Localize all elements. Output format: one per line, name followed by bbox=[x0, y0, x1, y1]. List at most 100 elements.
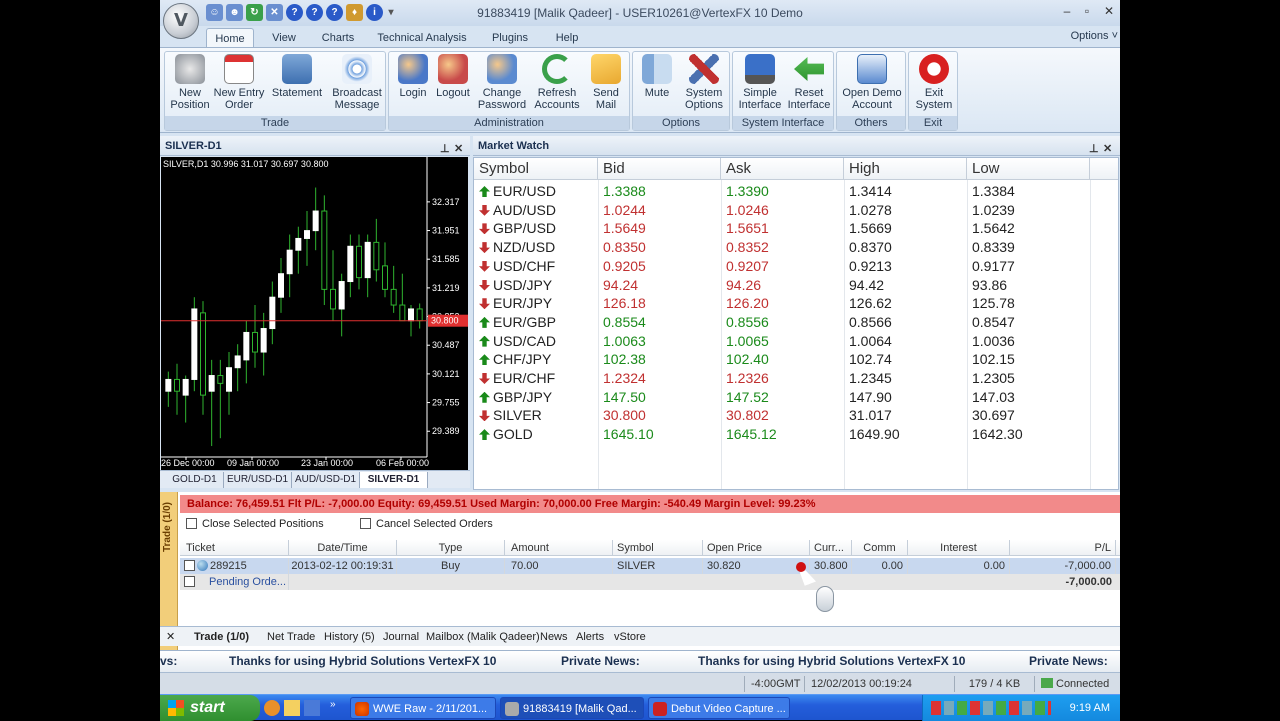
tab-home[interactable]: Home bbox=[206, 28, 254, 48]
col-bid[interactable]: Bid bbox=[598, 158, 721, 180]
system-tray: 9:19 AM bbox=[922, 695, 1120, 721]
tab-help[interactable]: Help bbox=[550, 28, 584, 48]
col-comm[interactable]: Comm bbox=[852, 540, 908, 556]
low-cell: 0.8547 bbox=[972, 313, 1015, 330]
new-entry-order-button[interactable]: New Entry Order bbox=[213, 54, 265, 116]
exit-system-button[interactable]: Exit System bbox=[911, 54, 957, 116]
new-position-button[interactable]: New Position bbox=[167, 54, 213, 116]
market-watch-row[interactable]: GBP/JPY 147.50 147.52 147.90 147.03 bbox=[474, 388, 1118, 407]
candle-body bbox=[278, 273, 284, 298]
chart-tab-gold[interactable]: GOLD-D1 bbox=[166, 472, 224, 488]
tab-mailbox[interactable]: Mailbox (Malik Qadeer) bbox=[426, 629, 540, 645]
checkbox-icon[interactable] bbox=[186, 518, 197, 529]
statement-button[interactable]: Statement bbox=[269, 54, 325, 116]
quicklaunch-icon[interactable] bbox=[304, 700, 320, 716]
close-selected-positions[interactable]: Close Selected Positions bbox=[186, 518, 324, 530]
symbol-cell: USD/CHF bbox=[474, 257, 598, 276]
col-type[interactable]: Type bbox=[397, 540, 505, 556]
col-high[interactable]: High bbox=[844, 158, 967, 180]
col-open-price[interactable]: Open Price bbox=[703, 540, 810, 556]
market-watch-row[interactable]: GBP/USD 1.5649 1.5651 1.5669 1.5642 bbox=[474, 219, 1118, 238]
market-watch-row[interactable]: SILVER 30.800 30.802 31.017 30.697 bbox=[474, 406, 1118, 425]
market-watch-row[interactable]: EUR/GBP 0.8554 0.8556 0.8566 0.8547 bbox=[474, 313, 1118, 332]
col-symbol[interactable]: Symbol bbox=[474, 158, 598, 180]
close-panel-icon[interactable]: ✕ bbox=[454, 139, 463, 159]
chart-tab-eurusd[interactable]: EUR/USD-D1 bbox=[224, 472, 292, 488]
tab-journal[interactable]: Journal bbox=[383, 629, 419, 645]
market-watch-row[interactable]: EUR/JPY 126.18 126.20 126.62 125.78 bbox=[474, 294, 1118, 313]
mw-pin-icon[interactable]: ⊥ bbox=[1089, 139, 1099, 159]
arrow-down-icon bbox=[479, 279, 490, 291]
chart-tab-audusd[interactable]: AUD/USD-D1 bbox=[292, 472, 360, 488]
market-watch-row[interactable]: AUD/USD 1.0244 1.0246 1.0278 1.0239 bbox=[474, 201, 1118, 220]
row-checkbox-icon[interactable] bbox=[184, 560, 195, 571]
quicklaunch-more-icon[interactable]: » bbox=[330, 699, 336, 710]
market-watch-row[interactable]: USD/CAD 1.0063 1.0065 1.0064 1.0036 bbox=[474, 332, 1118, 351]
options-menu[interactable]: Options ˅ bbox=[1071, 30, 1118, 42]
app-orb-button[interactable]: V bbox=[163, 3, 199, 39]
col-interest[interactable]: Interest bbox=[908, 540, 1010, 556]
simple-interface-button[interactable]: Simple Interface bbox=[735, 54, 785, 116]
market-watch-row[interactable]: USD/JPY 94.24 94.26 94.42 93.86 bbox=[474, 276, 1118, 295]
symbol-cell: GBP/USD bbox=[474, 219, 598, 238]
col-datetime[interactable]: Date/Time bbox=[289, 540, 397, 556]
col-low[interactable]: Low bbox=[967, 158, 1090, 180]
system-options-button[interactable]: System Options bbox=[681, 54, 727, 116]
logout-button[interactable]: Logout bbox=[431, 54, 475, 116]
change-password-button[interactable]: Change Password bbox=[475, 54, 529, 116]
tray-icons[interactable] bbox=[931, 701, 1051, 715]
position-row[interactable]: 289215 2013-02-12 00:19:31 Buy 70.00 SIL… bbox=[180, 558, 1120, 574]
tab-technical-analysis[interactable]: Technical Analysis bbox=[374, 28, 470, 48]
market-watch-row[interactable]: GOLD 1645.10 1645.12 1649.90 1642.30 bbox=[474, 425, 1118, 444]
reset-interface-button[interactable]: Reset Interface bbox=[785, 54, 833, 116]
tab-trade[interactable]: Trade (1/0) bbox=[194, 629, 249, 645]
broadcast-message-button[interactable]: Broadcast Message bbox=[329, 54, 385, 116]
col-symbol[interactable]: Symbol bbox=[613, 540, 703, 556]
mw-close-icon[interactable]: ✕ bbox=[1103, 139, 1112, 159]
tab-view[interactable]: View bbox=[264, 28, 304, 48]
pending-checkbox-icon[interactable] bbox=[184, 576, 195, 587]
checkbox-icon[interactable] bbox=[360, 518, 371, 529]
maximize-button[interactable]: ▫ bbox=[1076, 4, 1098, 20]
tab-vstore[interactable]: vStore bbox=[614, 629, 646, 645]
market-watch-row[interactable]: EUR/USD 1.3388 1.3390 1.3414 1.3384 bbox=[474, 182, 1118, 201]
task-vertexfx[interactable]: 91883419 [Malik Qad... bbox=[500, 697, 644, 719]
price-chart[interactable]: 32.31731.95131.58531.21930.85330.48730.1… bbox=[161, 157, 468, 470]
quicklaunch-icon[interactable] bbox=[284, 700, 300, 716]
col-amount[interactable]: Amount bbox=[505, 540, 613, 556]
market-watch-row[interactable]: EUR/CHF 1.2324 1.2326 1.2345 1.2305 bbox=[474, 369, 1118, 388]
tab-news[interactable]: News bbox=[540, 629, 568, 645]
market-watch-row[interactable]: USD/CHF 0.9205 0.9207 0.9213 0.9177 bbox=[474, 257, 1118, 276]
close-window-button[interactable]: ✕ bbox=[1098, 4, 1120, 20]
tab-net-trade[interactable]: Net Trade bbox=[267, 629, 315, 645]
chart-tab-silver[interactable]: SILVER-D1 bbox=[360, 472, 428, 488]
symbol-cell: AUD/USD bbox=[474, 201, 598, 220]
col-pl[interactable]: P/L bbox=[1010, 540, 1116, 556]
start-button[interactable]: start bbox=[160, 695, 260, 721]
send-mail-button[interactable]: Send Mail bbox=[585, 54, 627, 116]
pin-icon[interactable]: ⊥ bbox=[440, 139, 450, 159]
market-watch-row[interactable]: CHF/JPY 102.38 102.40 102.74 102.15 bbox=[474, 350, 1118, 369]
task-debut-capture[interactable]: Debut Video Capture ... bbox=[648, 697, 790, 719]
tab-charts[interactable]: Charts bbox=[316, 28, 360, 48]
bid-cell: 0.8554 bbox=[603, 313, 646, 330]
tab-history[interactable]: History (5) bbox=[324, 629, 375, 645]
minimize-button[interactable]: – bbox=[1056, 4, 1078, 20]
tab-plugins[interactable]: Plugins bbox=[486, 28, 534, 48]
open-demo-account-button[interactable]: Open Demo Account bbox=[839, 54, 905, 116]
cancel-selected-orders[interactable]: Cancel Selected Orders bbox=[360, 518, 493, 530]
pending-orders-row[interactable]: Pending Orde... -7,000.00 bbox=[180, 574, 1120, 590]
login-button[interactable]: Login bbox=[393, 54, 433, 116]
refresh-accounts-button[interactable]: Refresh Accounts bbox=[531, 54, 583, 116]
pending-cell: Pending Orde... bbox=[180, 574, 289, 590]
candle-body bbox=[226, 367, 232, 392]
col-ask[interactable]: Ask bbox=[721, 158, 844, 180]
market-watch-row[interactable]: NZD/USD 0.8350 0.8352 0.8370 0.8339 bbox=[474, 238, 1118, 257]
quicklaunch-icon[interactable] bbox=[264, 700, 280, 716]
col-ticket[interactable]: Ticket bbox=[180, 540, 289, 556]
tab-alerts[interactable]: Alerts bbox=[576, 629, 604, 645]
mute-button[interactable]: Mute bbox=[635, 54, 679, 116]
col-current[interactable]: Curr... bbox=[810, 540, 852, 556]
task-wwe-raw[interactable]: WWE Raw - 2/11/201... bbox=[350, 697, 496, 719]
close-terminal-icon[interactable]: ✕ bbox=[166, 629, 175, 645]
